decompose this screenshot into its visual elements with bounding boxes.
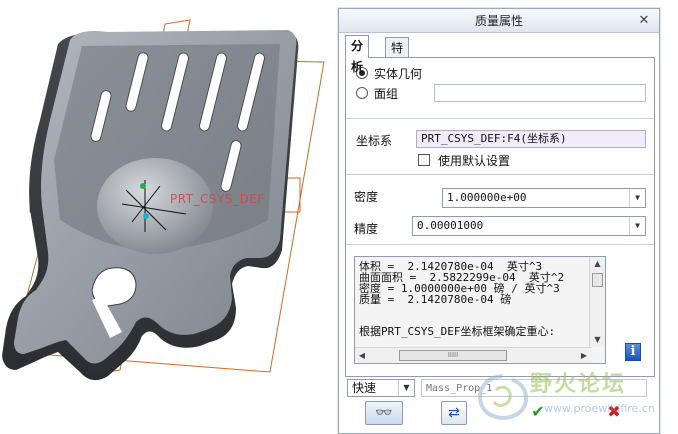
check-icon: ✔ <box>531 402 545 421</box>
cancel-button[interactable]: ✖ <box>603 401 625 425</box>
use-default-label: 使用默认设置 <box>438 154 511 168</box>
chevron-down-icon[interactable]: ▼ <box>398 380 414 396</box>
option-quilt[interactable]: 面组 <box>356 84 398 102</box>
use-default-checkbox[interactable] <box>418 154 430 166</box>
mode-value: 快速 <box>352 381 377 395</box>
csys-label-text: 坐标系 <box>356 134 393 148</box>
results-textbox[interactable]: 体积 = 2.1420780e-04 英寸^3 曲面面积 = 2.5822299e… <box>354 256 606 364</box>
density-value: 1.000000e+00 <box>447 191 527 204</box>
accuracy-label: 精度 <box>354 222 379 236</box>
separator <box>346 244 654 245</box>
tab-feature[interactable]: 特征 <box>385 37 410 76</box>
dialog-title: 质量属性 <box>474 14 523 28</box>
scroll-thumb[interactable] <box>592 273 603 287</box>
accuracy-value: 0.00001000 <box>417 219 484 232</box>
tab-analysis[interactable]: 分析 <box>345 35 370 74</box>
repeat-icon: ⇄ <box>448 405 460 421</box>
part-model-graphic <box>2 19 325 381</box>
part-dome <box>97 158 213 254</box>
csys-label: PRT_CSYS_DEF <box>170 192 265 206</box>
density-combo[interactable]: 1.000000e+00 ▼ <box>442 188 646 208</box>
separator <box>346 118 654 119</box>
repeat-button[interactable]: ⇄ <box>441 401 467 425</box>
csys-collector[interactable]: PRT_CSYS_DEF:F4(坐标系) <box>416 130 646 148</box>
mode-combo[interactable]: 快速 ▼ <box>347 379 415 397</box>
results-vertical-scrollbar[interactable]: ▲ ▼ <box>589 257 605 347</box>
close-icon[interactable]: ✕ <box>637 9 651 33</box>
scroll-right-icon[interactable]: ▶ <box>577 348 591 363</box>
close-icon: ✖ <box>607 402 621 421</box>
ok-button[interactable]: ✔ <box>527 401 549 425</box>
preview-button[interactable]: 👓 <box>365 401 403 425</box>
mass-properties-dialog: 质量属性 ✕ 分析 特征 实体几何 面组 坐标系 PRT_CSYS_DEF:F4… <box>338 8 660 434</box>
scroll-down-icon[interactable]: ▼ <box>590 333 605 347</box>
chevron-down-icon[interactable]: ▼ <box>629 217 645 235</box>
option-solid-geometry[interactable]: 实体几何 <box>356 64 422 82</box>
radio-quilt[interactable] <box>356 87 368 99</box>
analysis-name-input[interactable] <box>421 379 647 397</box>
result-cg-note: 根据PRT_CSYS_DEF坐标框架确定重心: <box>359 325 556 338</box>
scroll-up-icon[interactable]: ▲ <box>590 257 605 271</box>
info-icon[interactable]: i <box>625 343 641 361</box>
separator <box>346 174 654 175</box>
dialog-titlebar: 质量属性 ✕ <box>339 9 659 33</box>
result-mass: 质量 = 2.1420780e-04 磅 <box>359 293 512 306</box>
option-solid-geometry-label: 实体几何 <box>374 66 423 81</box>
density-label: 密度 <box>354 190 379 204</box>
results-lines: 体积 = 2.1420780e-04 英寸^3 曲面面积 = 2.5822299e… <box>359 261 589 305</box>
analysis-panel: 实体几何 面组 坐标系 PRT_CSYS_DEF:F4(坐标系) 使用默认设置 … <box>345 57 655 377</box>
scroll-thumb[interactable]: IIIII <box>399 350 507 361</box>
chevron-down-icon[interactable]: ▼ <box>629 189 645 207</box>
results-horizontal-scrollbar[interactable]: ◀ IIIII ▶ <box>355 347 591 363</box>
option-quilt-label: 面组 <box>374 86 399 101</box>
scroll-left-icon[interactable]: ◀ <box>355 348 369 363</box>
glasses-icon: 👓 <box>375 405 393 421</box>
accuracy-combo[interactable]: 0.00001000 ▼ <box>412 216 646 236</box>
quilt-collector-field[interactable] <box>434 84 646 102</box>
model-viewport[interactable]: PRT_CSYS_DEF <box>0 0 338 434</box>
